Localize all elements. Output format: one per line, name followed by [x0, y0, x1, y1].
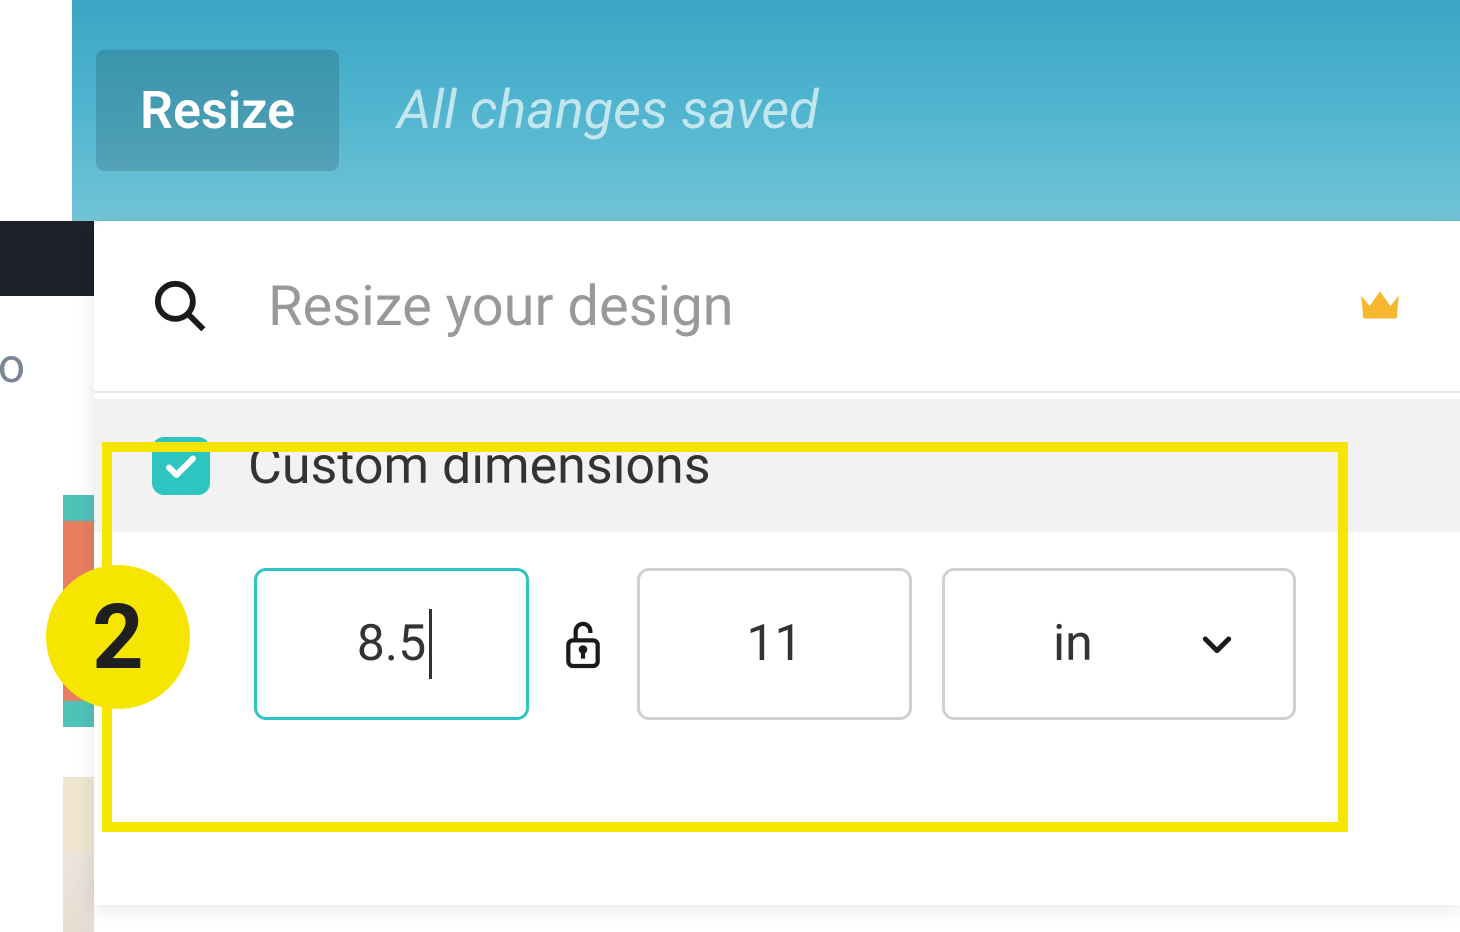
dimensions-inputs-row: 8.5 11 in [94, 532, 1460, 740]
unit-value: in [1053, 615, 1093, 673]
preview-color-orange [63, 521, 94, 701]
resize-button-label: Resize [140, 80, 295, 141]
search-input[interactable]: Resize your design [268, 273, 1352, 339]
width-input[interactable]: 8.5 [254, 568, 529, 720]
resize-button[interactable]: Resize [96, 50, 339, 171]
left-dark-strip [0, 221, 94, 296]
left-text-fragment: ro [0, 320, 94, 410]
height-value: 11 [746, 615, 802, 673]
saved-status-text: All changes saved [397, 79, 819, 142]
unit-select[interactable]: in [942, 568, 1296, 720]
custom-dimensions-label: Custom dimensions [248, 435, 711, 496]
resize-dropdown-panel: Resize your design Custom dimensions 8.5 [94, 221, 1460, 905]
unlock-icon[interactable] [559, 614, 607, 674]
search-icon [152, 278, 208, 334]
search-placeholder-text: Resize your design [268, 273, 734, 339]
preview-color-cream [63, 777, 94, 852]
top-bar: Resize All changes saved [72, 0, 1460, 221]
preview-color-light [63, 852, 94, 932]
search-row: Resize your design [94, 221, 1460, 393]
height-input[interactable]: 11 [637, 568, 912, 720]
custom-dimensions-row[interactable]: Custom dimensions [94, 399, 1460, 532]
left-text-fragment-text: ro [0, 337, 25, 394]
width-value: 8.5 [357, 615, 426, 673]
preview-color-teal2 [63, 701, 94, 727]
crown-icon [1352, 278, 1408, 334]
preview-gap [63, 727, 94, 777]
left-design-preview-strip [63, 495, 94, 905]
preview-color-teal [63, 495, 94, 521]
chevron-down-icon [1197, 624, 1237, 664]
text-cursor [429, 609, 432, 679]
custom-dimensions-checkbox[interactable] [152, 437, 210, 495]
